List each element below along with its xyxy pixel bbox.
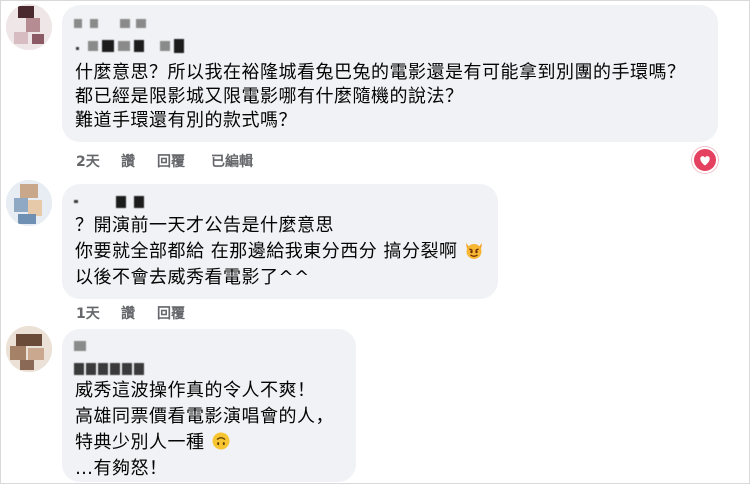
comment-text: 什麼意思？所以我在裕隆城看兔巴兔的電影還是有可能拿到別團的手環嗎？ [75,62,686,83]
upside-down-face-emoji-icon [211,431,231,458]
author-name-blurred[interactable] [74,37,234,53]
author-name-blurred[interactable] [74,361,154,375]
like-button[interactable]: 讚 [121,151,135,171]
avatar[interactable] [6,180,52,226]
author-name-blurred[interactable] [74,339,134,353]
comment-text-part: 你要就全部都給 在那邊給我東分西分 搞分裂啊 [75,241,458,262]
comment-text: 以後不會去威秀看電影了^^ [75,267,310,288]
timestamp-link[interactable]: 1天 [76,303,100,323]
comment-actions: 1天 讚 回覆 [76,303,276,323]
avatar[interactable] [6,326,52,372]
heart-reaction-icon[interactable] [692,147,718,173]
comment-text: 威秀這波操作真的令人不爽！ [75,380,316,401]
avatar[interactable] [6,4,52,50]
reply-button[interactable]: 回覆 [157,151,185,171]
comment-text: 高雄同票價看電影演唱會的人， [75,406,334,427]
heart-icon [700,156,710,166]
comment-bubble: 什麼意思？所以我在裕隆城看兔巴兔的電影還是有可能拿到別團的手環嗎？ 都已經是限影… [62,5,718,142]
comment-text: 都已經是限影城又限電影哪有什麼隨機的說法？ [75,86,464,107]
comment-actions: 2天 讚 回覆 已編輯 [76,151,376,171]
reply-button[interactable]: 回覆 [157,303,185,323]
comment-text-part: 特典少別人一種 [75,432,205,453]
edited-label[interactable]: 已編輯 [211,151,253,171]
author-name-blurred[interactable] [74,15,234,29]
comment-bubble: ？開演前一天才公告是什麼意思 你要就全部都給 在那邊給我東分西分 搞分裂啊 以後… [62,184,498,299]
comment-text: 你要就全部都給 在那邊給我東分西分 搞分裂啊 [75,240,484,267]
comment-text: ？開演前一天才公告是什麼意思 [75,215,334,236]
comment-text: 特典少別人一種 [75,431,231,458]
comment-bubble: 威秀這波操作真的令人不爽！ 高雄同票價看電影演唱會的人， 特典少別人一種 …有夠… [62,329,356,482]
timestamp-link[interactable]: 2天 [76,151,100,171]
like-button[interactable]: 讚 [121,303,135,323]
author-name-blurred[interactable] [74,196,174,210]
comment-text: …有夠怒！ [75,458,168,479]
comment-text: 難道手環還有別的款式嗎？ [75,110,297,131]
angry-devil-cat-emoji-icon [464,240,484,267]
